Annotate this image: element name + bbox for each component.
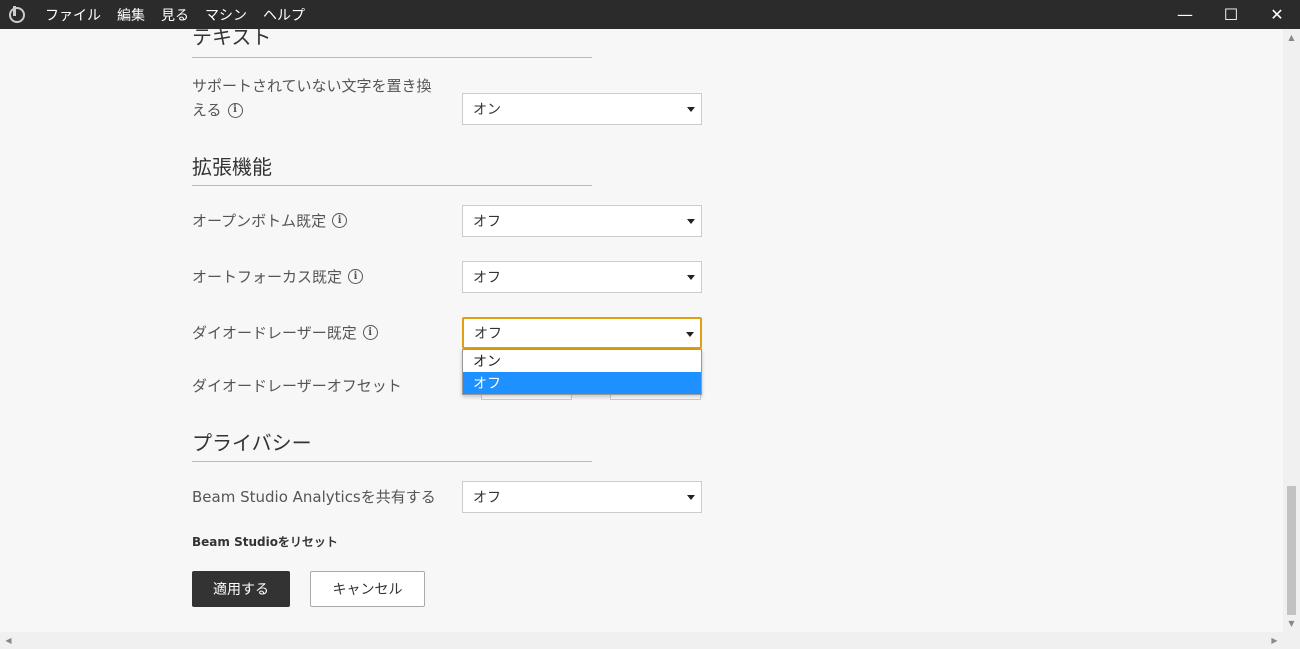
close-button[interactable]: ✕ (1254, 0, 1300, 29)
dropdown-caret-icon (687, 275, 695, 280)
window-controls: — ☐ ✕ (1162, 0, 1300, 29)
minimize-button[interactable]: — (1162, 0, 1208, 29)
analytics-label: Beam Studio Analyticsを共有する (192, 488, 436, 506)
dropdown-option-on[interactable]: オン (463, 350, 701, 372)
open-bottom-select[interactable]: オフ (462, 205, 702, 237)
autofocus-select[interactable]: オフ (462, 261, 702, 293)
diode-laser-dropdown-list: オン オフ (462, 349, 702, 395)
info-icon[interactable]: i (332, 213, 348, 228)
dropdown-option-off[interactable]: オフ (463, 372, 701, 394)
section-divider (192, 185, 592, 186)
scroll-right-icon[interactable]: ▶ (1266, 632, 1283, 649)
section-title-extensions: 拡張機能 (192, 155, 272, 179)
menu-edit[interactable]: 編集 (109, 5, 153, 25)
replace-chars-label: サポートされていない文字を置き換 える i (192, 77, 432, 119)
menu-bar: ファイル 編集 見る マシン ヘルプ (37, 5, 313, 25)
diode-offset-label: ダイオードレーザーオフセット (192, 377, 402, 395)
scroll-down-icon[interactable]: ▼ (1283, 615, 1300, 632)
scroll-left-icon[interactable]: ◀ (0, 632, 17, 649)
section-title-text: テキスト (192, 29, 272, 49)
dropdown-caret-icon (687, 495, 695, 500)
horizontal-scrollbar[interactable]: ◀ ▶ (0, 632, 1283, 649)
section-divider (192, 57, 592, 58)
menu-view[interactable]: 見る (153, 5, 197, 25)
menu-file[interactable]: ファイル (37, 5, 109, 25)
scrollbar-corner (1283, 632, 1300, 649)
menu-machine[interactable]: マシン (197, 5, 255, 25)
diode-laser-select[interactable]: オフ (462, 317, 702, 349)
info-icon[interactable]: i (362, 325, 378, 340)
open-bottom-label: オープンボトム既定 i (192, 210, 348, 231)
diode-laser-label: ダイオードレーザー既定 i (192, 322, 378, 343)
replace-chars-select[interactable]: オン (462, 93, 702, 125)
dropdown-caret-icon (687, 107, 695, 112)
settings-content: テキスト サポートされていない文字を置き換 える i オン 拡張機能 オープンボ… (0, 29, 1283, 632)
dropdown-caret-icon (686, 332, 694, 337)
maximize-button[interactable]: ☐ (1208, 0, 1254, 29)
info-icon[interactable]: i (348, 269, 364, 284)
autofocus-label: オートフォーカス既定 i (192, 266, 364, 287)
apply-button[interactable]: 適用する (192, 571, 290, 607)
vertical-scroll-thumb[interactable] (1287, 486, 1296, 615)
vertical-scrollbar[interactable]: ▲ ▼ (1283, 29, 1300, 632)
cancel-button[interactable]: キャンセル (310, 571, 425, 607)
section-divider (192, 461, 592, 462)
analytics-select[interactable]: オフ (462, 481, 702, 513)
section-title-privacy: プライバシー (192, 431, 312, 455)
info-icon[interactable]: i (227, 102, 243, 118)
menu-help[interactable]: ヘルプ (255, 5, 313, 25)
dropdown-caret-icon (687, 219, 695, 224)
app-logo-icon (9, 5, 25, 23)
reset-beam-studio-link[interactable]: Beam Studioをリセット (192, 533, 338, 550)
scroll-up-icon[interactable]: ▲ (1283, 29, 1300, 46)
title-bar: ファイル 編集 見る マシン ヘルプ — ☐ ✕ (0, 0, 1300, 29)
